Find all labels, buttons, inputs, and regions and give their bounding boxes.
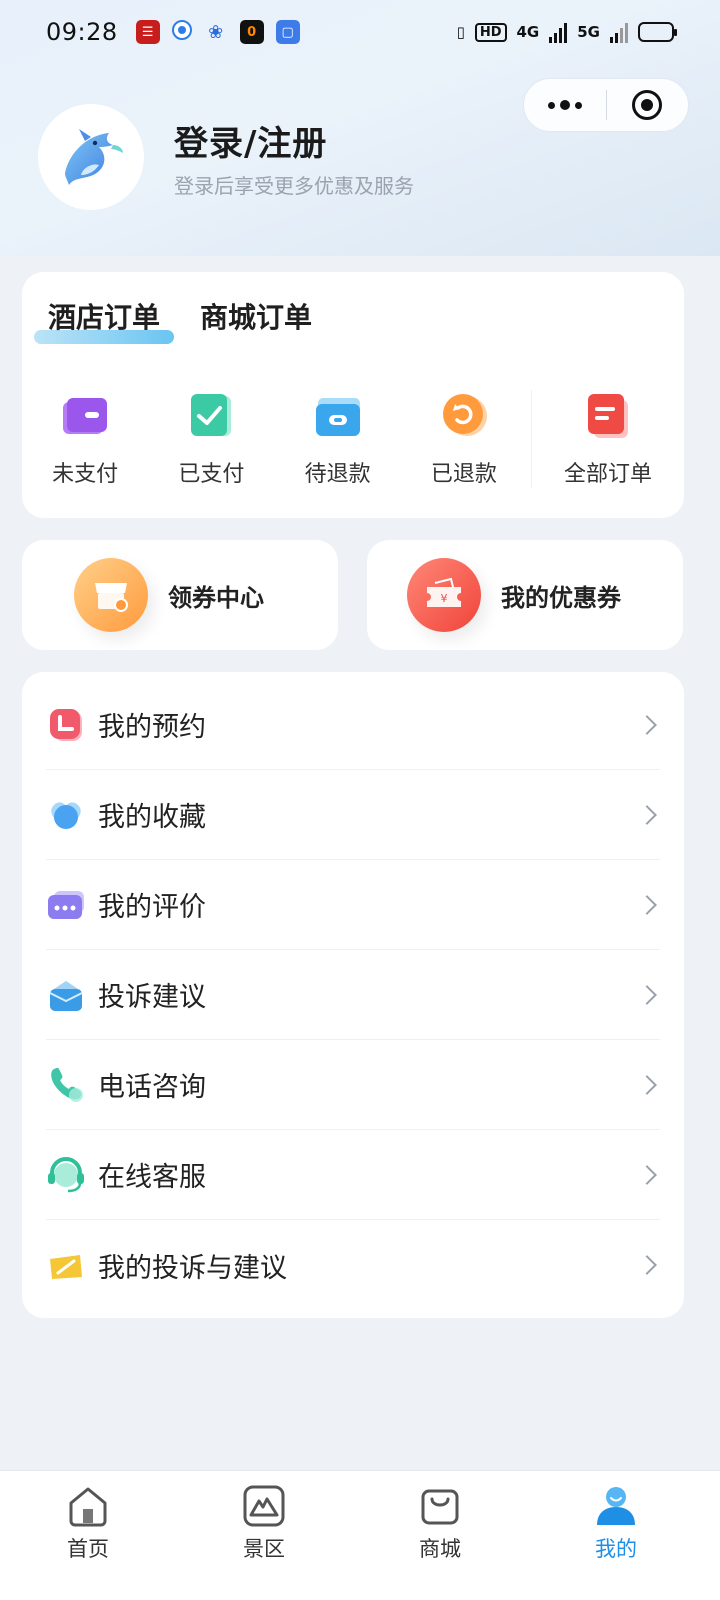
tab-label: 景区 [243,1537,285,1561]
tab-scenic[interactable]: 景区 [176,1471,352,1600]
baidu-icon: ❀ [208,21,224,43]
order-refunded[interactable]: 已退款 [401,390,527,488]
menu-label: 在线客服 [98,1162,206,1193]
signal-icon [549,21,568,43]
status-indicators: ▯ HD 4G 5G [456,21,677,43]
order-status-row: 未支付 已支付 待退款 已退款 全部订单 [22,390,684,488]
capsule-menu [523,78,689,132]
phone-icon [51,1067,83,1102]
order-tabs: 酒店订单 商城订单 [34,296,312,344]
more-dots-icon[interactable] [524,79,606,131]
network-label-5g: 5G [577,23,600,41]
signal-icon [610,21,628,43]
favorite-icon [51,801,81,829]
tab-label: 首页 [67,1537,109,1561]
tab-label: 酒店订单 [48,301,161,334]
target-icon[interactable] [607,79,688,131]
hd-badge: HD [474,22,507,42]
scenic-icon [243,1485,285,1527]
tab-shop[interactable]: 商城 [352,1471,528,1600]
menu-item-complaints[interactable]: 投诉建议 [46,950,660,1040]
menu-label: 电话咨询 [98,1072,206,1103]
all-orders-icon [587,394,628,438]
avatar[interactable] [38,104,144,210]
order-paid[interactable]: 已支付 [148,390,274,488]
tab-label: 商城订单 [200,301,313,334]
home-icon [69,1487,107,1527]
order-label: 待退款 [304,462,371,487]
status-time: 09:28 [46,18,118,46]
refund-pending-icon [315,398,360,436]
order-label: 已退款 [430,462,497,487]
chevron-right-icon [637,894,657,915]
menu-label: 我的评价 [98,892,206,923]
menu-item-online-service[interactable]: 在线客服 [46,1130,660,1220]
my-coupons-card[interactable]: ¥ 我的优惠券 [367,540,683,650]
chevron-right-icon [637,714,657,735]
chevron-right-icon [637,984,657,1005]
wallet-icon [63,398,108,434]
check-card-icon [191,394,232,436]
refunded-icon [442,394,487,436]
menu-item-favorites[interactable]: 我的收藏 [46,770,660,860]
orders-card: 酒店订单 商城订单 未支付 已支付 待退款 已退款 全部订单 [22,272,684,518]
login-register-title[interactable]: 登录/注册 [174,116,327,165]
chevron-right-icon [637,1255,657,1275]
app-notification-icon: 0 [239,20,264,44]
comment-icon [48,890,84,919]
svg-text:¥: ¥ [441,592,448,605]
menu-label: 我的预约 [98,712,206,743]
menu-item-my-complaints[interactable]: 我的投诉与建议 [46,1220,660,1310]
notification-icons: ☰ ❀ 0 ▢ [135,20,300,44]
chevron-right-icon [637,1074,657,1095]
yen-ticket-icon: ¥ [407,558,481,632]
store-coupon-icon [74,558,148,632]
menu-label: 投诉建议 [98,982,206,1013]
login-subtitle: 登录后享受更多优惠及服务 [174,174,414,198]
tab-hotel-orders[interactable]: 酒店订单 [34,296,175,344]
tab-label: 商城 [419,1537,461,1561]
app-notification-icon [171,20,192,40]
tab-mall-orders[interactable]: 商城订单 [200,296,312,336]
bottom-tab-bar: 首页 景区 商城 我的 [0,1470,720,1600]
pencil-icon [50,1255,82,1279]
chevron-right-icon [637,804,657,825]
mailbox-icon [49,980,83,1011]
app-notification-icon: ▢ [275,20,300,44]
vibrate-icon: ▯ [456,23,465,41]
headset-icon [48,1156,84,1192]
battery-icon [638,22,677,42]
order-label: 已支付 [178,462,245,487]
tab-home[interactable]: 首页 [0,1471,176,1600]
dolphin-icon [65,129,123,185]
network-label-4g: 4G [516,23,540,41]
order-label: 全部订单 [563,462,652,487]
order-all[interactable]: 全部订单 [530,390,684,488]
order-refund-pending[interactable]: 待退款 [274,390,400,488]
coupon-center-label: 领券中心 [168,583,264,612]
order-unpaid[interactable]: 未支付 [22,390,148,488]
menu-item-reservations[interactable]: 我的预约 [46,680,660,770]
menu-item-phone[interactable]: 电话咨询 [46,1040,660,1130]
menu-label: 我的投诉与建议 [98,1252,287,1284]
reservation-icon [50,708,82,741]
status-bar: 09:28 ☰ ❀ 0 ▢ ▯ HD 4G 5G [0,0,720,64]
my-coupons-label: 我的优惠券 [501,583,621,612]
tab-mine[interactable]: 我的 [528,1471,704,1600]
shop-bag-icon [421,1489,459,1525]
menu-label: 我的收藏 [98,802,206,833]
app-notification-icon: ☰ [135,20,160,44]
tab-label: 我的 [595,1537,637,1561]
coupon-center-card[interactable]: 领券中心 [22,540,338,650]
user-icon [597,1487,635,1525]
menu-list: 我的预约 我的收藏 我的评价 投诉建议 电话咨询 在线客服 我的投诉与建议 [22,672,684,1318]
chevron-right-icon [637,1164,657,1185]
menu-item-reviews[interactable]: 我的评价 [46,860,660,950]
order-label: 未支付 [52,462,119,487]
